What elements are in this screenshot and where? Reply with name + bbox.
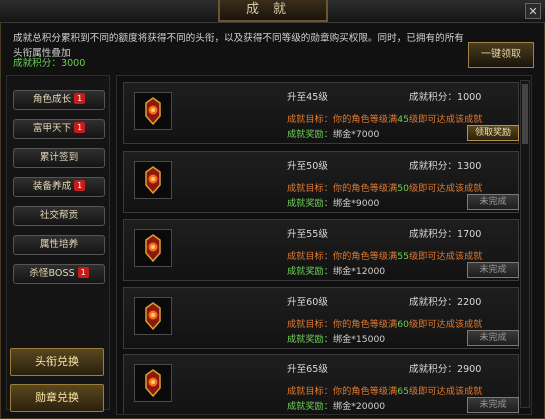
scrollbar-thumb[interactable]: [522, 84, 528, 144]
medal-icon-box: [134, 229, 172, 267]
notification-badge: 1: [74, 180, 86, 191]
achievement-goal: 成就目标：你的角色等级满55级即可达成该成就: [287, 251, 483, 262]
notification-badge: 1: [77, 267, 89, 278]
title-exchange-button[interactable]: 头衔兑换: [10, 348, 104, 376]
medal-icon: [145, 369, 161, 398]
achievement-reward: 成就奖励：绑金*12000: [287, 266, 386, 277]
notification-badge: 1: [74, 122, 86, 133]
incomplete-status-button[interactable]: 未完成: [467, 262, 519, 278]
achievement-goal: 成就目标：你的角色等级满65级即可达成该成就: [287, 386, 483, 397]
medal-icon: [145, 302, 161, 331]
incomplete-status-button[interactable]: 未完成: [467, 330, 519, 346]
sidebar-item-wealth[interactable]: 富甲天下 1: [13, 119, 105, 139]
sidebar-item-label: 社交帮贡: [39, 210, 79, 221]
medal-icon: [145, 97, 161, 126]
medal-icon-box: [134, 297, 172, 335]
achievement-card: 升至45级 成就积分：1000 成就目标：你的角色等级满45级即可达成该成就 成…: [123, 82, 519, 144]
sidebar-item-label: 角色成长: [32, 94, 72, 105]
achievement-reward: 成就奖励：绑金*15000: [287, 334, 386, 345]
sidebar-item-label: 属性培养: [39, 239, 79, 250]
incomplete-status-button[interactable]: 未完成: [467, 397, 519, 413]
sidebar-item-label: 装备养成: [32, 181, 72, 192]
sidebar-item-sign-in[interactable]: 累计签到: [13, 148, 105, 168]
achievement-goal: 成就目标：你的角色等级满60级即可达成该成就: [287, 319, 483, 330]
medal-icon: [145, 166, 161, 195]
close-button[interactable]: ✕: [525, 3, 541, 19]
sidebar-item-social[interactable]: 社交帮贡: [13, 206, 105, 226]
claim-reward-button[interactable]: 领取奖励: [467, 125, 519, 141]
title-bar: 成就 ✕: [0, 0, 545, 23]
sidebar-item-label: 累计签到: [39, 152, 79, 163]
achievement-title: 升至55级: [287, 229, 328, 240]
sidebar-item-label: 富甲天下: [32, 123, 72, 134]
achievement-card: 升至60级 成就积分：2200 成就目标：你的角色等级满60级即可达成该成就 成…: [123, 287, 519, 349]
achievement-goal: 成就目标：你的角色等级满45级即可达成该成就: [287, 114, 483, 125]
achievement-card: 升至55级 成就积分：1700 成就目标：你的角色等级满55级即可达成该成就 成…: [123, 219, 519, 281]
achievement-score: 成就积分：2900: [409, 364, 482, 375]
sidebar-item-equipment[interactable]: 装备养成 1: [13, 177, 105, 197]
claim-all-button[interactable]: 一键领取: [468, 42, 534, 68]
achievement-score: 成就积分：1700: [409, 229, 482, 240]
achievement-list: 升至45级 成就积分：1000 成就目标：你的角色等级满45级即可达成该成就 成…: [116, 75, 532, 415]
medal-exchange-button[interactable]: 勋章兑换: [10, 384, 104, 412]
medal-icon-box: [134, 364, 172, 402]
sidebar-item-role-growth[interactable]: 角色成长 1: [13, 90, 105, 110]
sidebar-item-attributes[interactable]: 属性培养: [13, 235, 105, 255]
list-scrollbar[interactable]: [520, 80, 530, 408]
medal-icon-box: [134, 92, 172, 130]
sidebar-item-label: 杀怪BOSS: [29, 268, 75, 279]
achievement-score: 成就积分：1000: [409, 92, 482, 103]
achievement-score: 成就积分：2200: [409, 297, 482, 308]
achievement-score: 成就积分：1300: [409, 161, 482, 172]
achievement-title: 升至60级: [287, 297, 328, 308]
achievement-reward: 成就奖励：绑金*20000: [287, 401, 386, 412]
achievement-card: 升至65级 成就积分：2900 成就目标：你的角色等级满65级即可达成该成就 成…: [123, 354, 519, 414]
achievement-title: 升至65级: [287, 364, 328, 375]
medal-icon-box: [134, 161, 172, 199]
achievement-title: 升至50级: [287, 161, 328, 172]
achievement-title: 升至45级: [287, 92, 328, 103]
notification-badge: 1: [74, 93, 86, 104]
achievement-reward: 成就奖励：绑金*9000: [287, 198, 380, 209]
sidebar-item-boss[interactable]: 杀怪BOSS 1: [13, 264, 105, 284]
achievement-goal: 成就目标：你的角色等级满50级即可达成该成就: [287, 183, 483, 194]
medal-icon: [145, 234, 161, 263]
total-score: 成就积分：3000: [13, 58, 86, 69]
achievement-reward: 成就奖励：绑金*7000: [287, 129, 380, 140]
achievement-card: 升至50级 成就积分：1300 成就目标：你的角色等级满50级即可达成该成就 成…: [123, 151, 519, 213]
window-title: 成就: [218, 0, 328, 22]
incomplete-status-button[interactable]: 未完成: [467, 194, 519, 210]
